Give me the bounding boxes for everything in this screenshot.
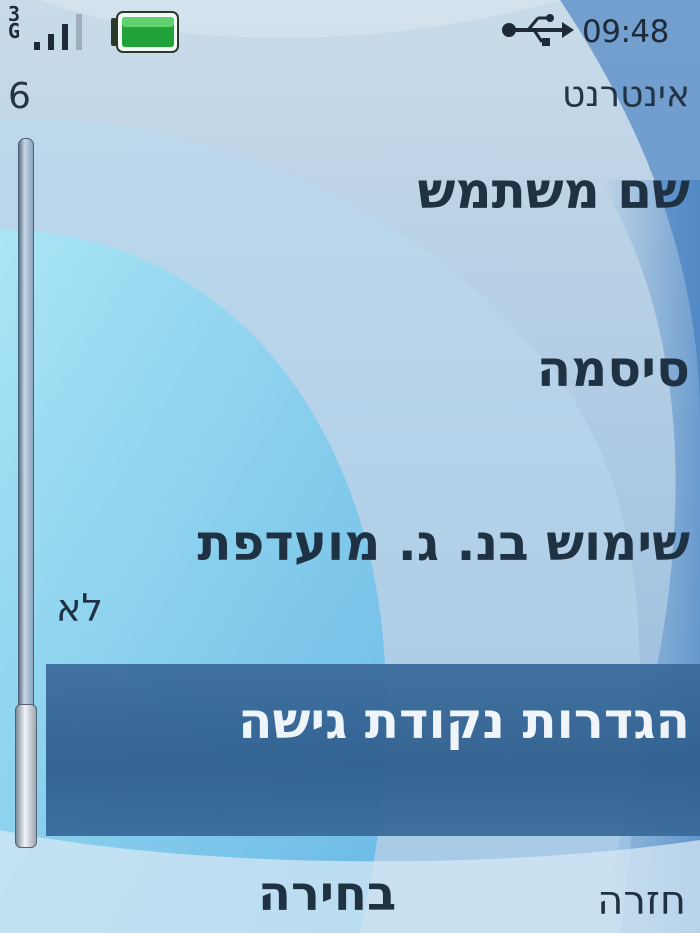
- item-count: 6: [8, 76, 31, 117]
- menu-item-username[interactable]: שם משתמש: [418, 162, 691, 220]
- menu-item-access-point-settings[interactable]: הגדרות נקודת גישה: [46, 664, 700, 836]
- usb-icon: [502, 14, 574, 46]
- back-softkey[interactable]: חזרה: [597, 878, 686, 924]
- status-bar: 3 G 09:48: [0, 0, 700, 70]
- battery-full-icon: [111, 11, 179, 53]
- clock-time: 09:48: [582, 14, 669, 50]
- menu-item-preferred-access-point[interactable]: שימוש בנ. ג. מועדפת: [197, 514, 690, 572]
- phone-screen: 3 G 09:48 6 אינטרנט שם משתמש סיסמה שימוש…: [0, 0, 700, 933]
- network-type-letter: G: [7, 19, 21, 43]
- selected-item-label: הגדרות נקודת גישה: [238, 692, 690, 750]
- select-softkey[interactable]: בחירה: [258, 866, 396, 922]
- menu-item-value: לא: [56, 586, 103, 630]
- page-title: אינטרנט: [562, 74, 690, 115]
- scrollbar-thumb[interactable]: [15, 704, 37, 848]
- network-type-indicator: 3 G: [4, 4, 24, 43]
- menu-item-password[interactable]: סיסמה: [537, 340, 690, 398]
- signal-bars-icon: [34, 14, 82, 50]
